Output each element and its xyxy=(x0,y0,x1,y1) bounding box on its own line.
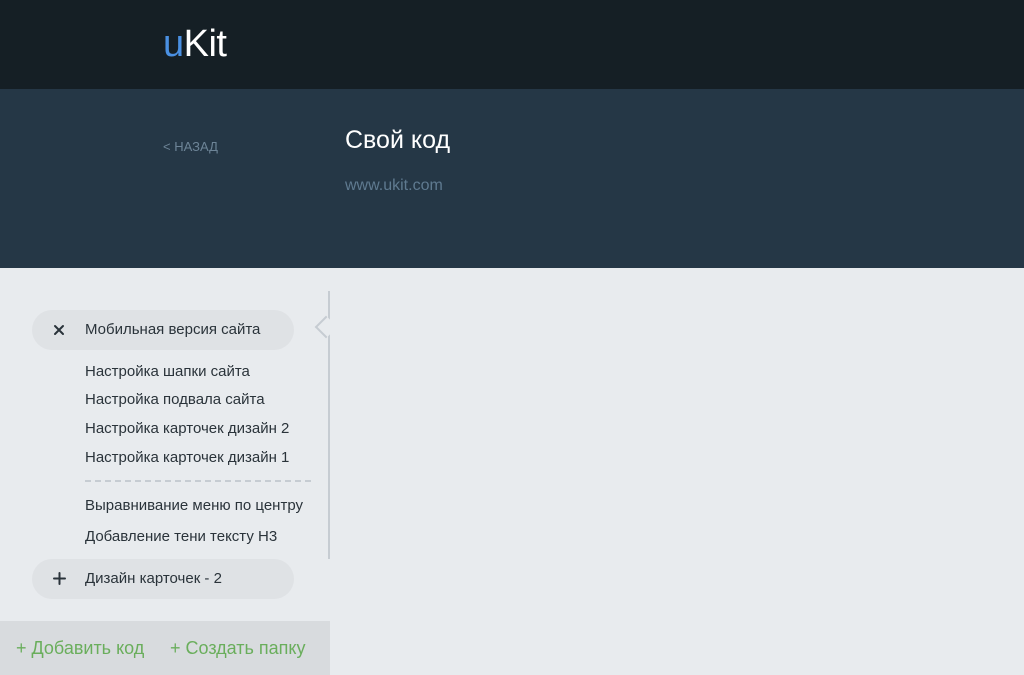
list-item-cards-design-2[interactable]: Настройка карточек дизайн 2 xyxy=(85,420,289,437)
logo-u: u xyxy=(163,23,184,65)
list-item-footer-settings[interactable]: Настройка подвала сайта xyxy=(85,391,265,408)
ukit-logo[interactable]: uKit xyxy=(163,22,227,66)
back-link[interactable]: < НАЗАД xyxy=(163,139,218,154)
folder-label: Мобильная версия сайта xyxy=(85,321,261,338)
page-header: < НАЗАД Свой код www.ukit.com xyxy=(0,89,1024,268)
list-item-cards-design-1[interactable]: Настройка карточек дизайн 1 xyxy=(85,449,289,466)
logo-kit: Kit xyxy=(183,23,227,65)
list-item-h3-shadow[interactable]: Добавление тени тексту H3 xyxy=(85,528,277,545)
folder-label: Дизайн карточек - 2 xyxy=(85,570,222,587)
create-folder-button[interactable]: + Создать папку xyxy=(170,638,306,659)
group-separator xyxy=(85,480,311,482)
top-bar: uKit xyxy=(0,0,1024,89)
plus-icon[interactable] xyxy=(50,559,68,599)
folder-cards-design-2[interactable]: Дизайн карточек - 2 xyxy=(32,559,294,599)
list-item-header-settings[interactable]: Настройка шапки сайта xyxy=(85,363,250,380)
list-item-menu-center[interactable]: Выравнивание меню по центру xyxy=(85,497,303,514)
add-code-button[interactable]: + Добавить код xyxy=(16,638,144,659)
folder-mobile-version[interactable]: Мобильная версия сайта xyxy=(32,310,294,350)
page-title: Свой код xyxy=(345,126,451,154)
site-url: www.ukit.com xyxy=(345,177,443,194)
sidebar-actions: + Добавить код + Создать папку xyxy=(0,621,330,675)
close-icon[interactable] xyxy=(50,310,68,350)
